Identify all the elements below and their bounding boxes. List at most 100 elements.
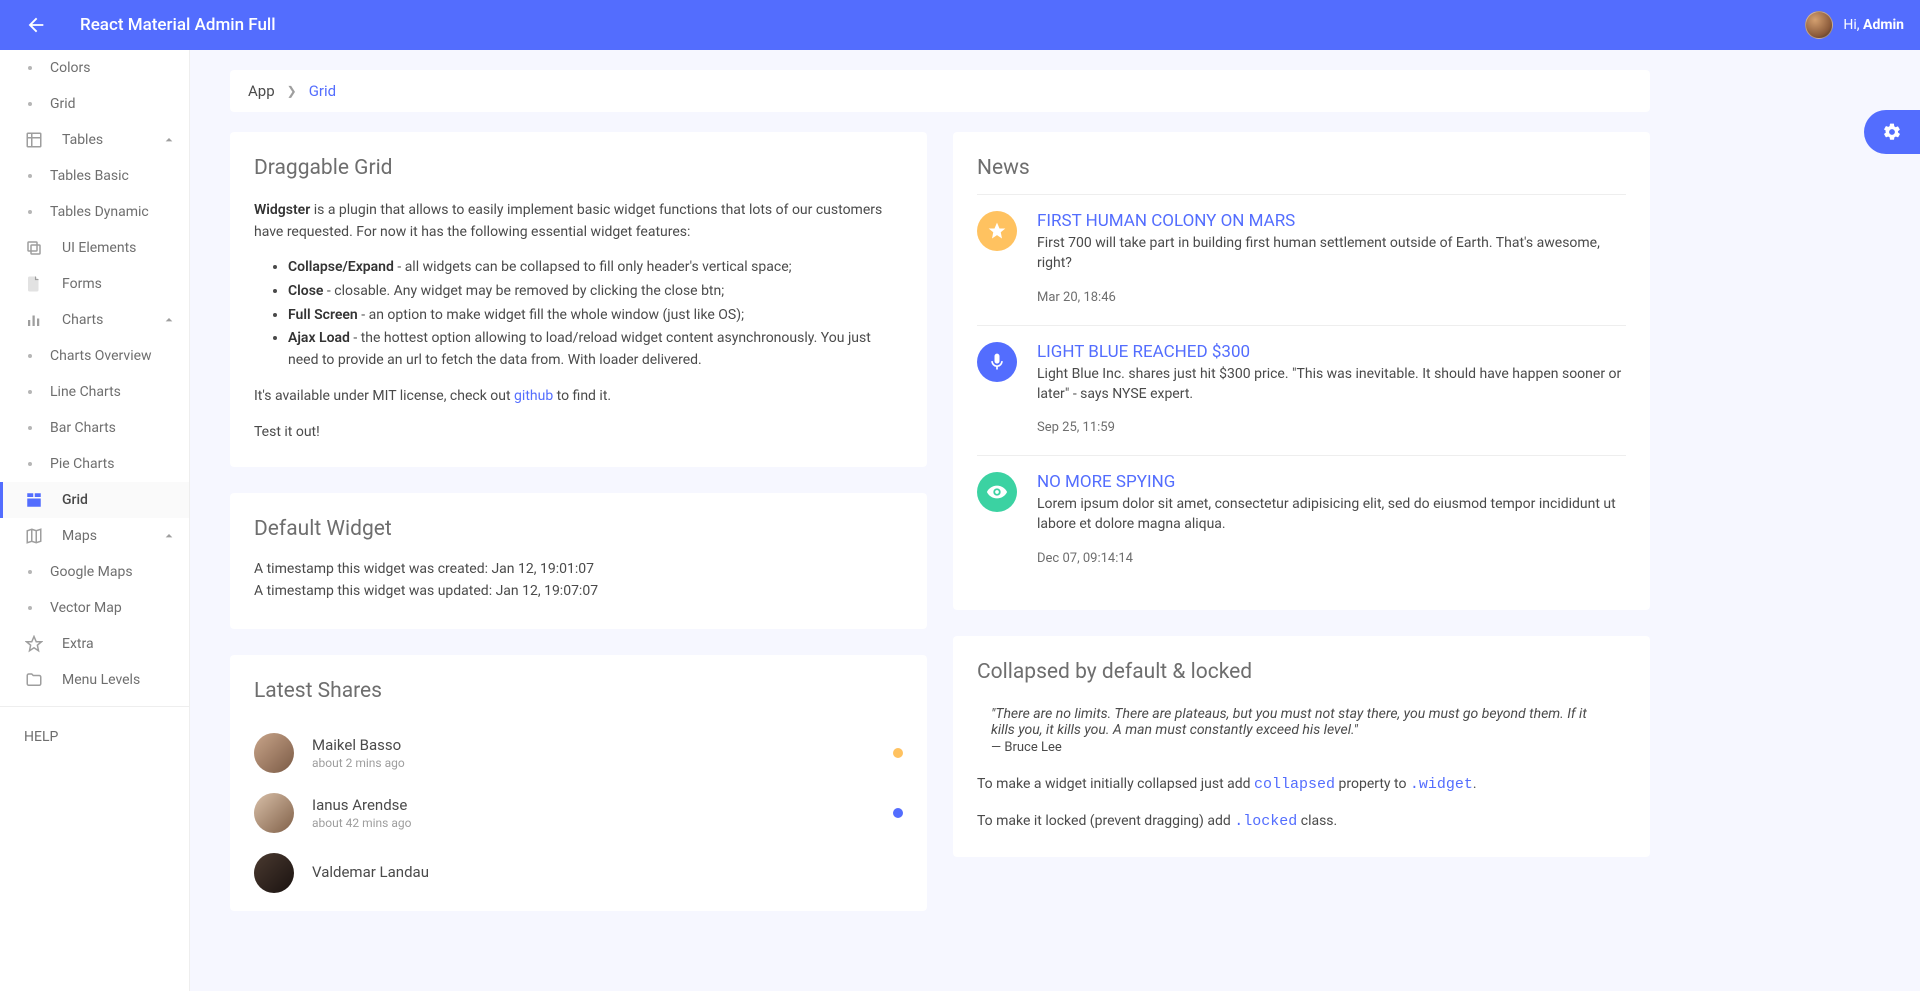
sidebar-item-tables[interactable]: Tables [0, 122, 189, 158]
sidebar-item-tables-basic[interactable]: Tables Basic [0, 158, 189, 194]
sidebar-item-grid[interactable]: Grid [0, 482, 189, 518]
chevron-up-icon [161, 132, 177, 148]
bullet-icon [28, 426, 32, 430]
card-title: Default Widget [254, 517, 903, 541]
sidebar-item-menu-levels[interactable]: Menu Levels [0, 662, 189, 698]
bars-icon [24, 311, 44, 329]
file-icon [24, 275, 44, 293]
star-icon [24, 635, 44, 653]
share-name: Valdemar Landau [312, 863, 903, 881]
news-item: FIRST HUMAN COLONY ON MARSFirst 700 will… [977, 194, 1626, 325]
sidebar: ColorsGridTablesTables BasicTables Dynam… [0, 50, 190, 991]
news-title-link[interactable]: NO MORE SPYING [1037, 472, 1175, 492]
sidebar-item-colors[interactable]: Colors [0, 50, 189, 86]
chevron-right-icon: ❯ [287, 84, 297, 98]
avatar [254, 853, 294, 893]
status-dot [893, 808, 903, 818]
code-locked: .locked [1234, 813, 1297, 830]
share-item[interactable]: Valdemar Landau [254, 843, 903, 903]
user-greeting[interactable]: Hi, Admin [1805, 11, 1904, 39]
sidebar-item-charts-overview[interactable]: Charts Overview [0, 338, 189, 374]
avatar [254, 793, 294, 833]
app-header: React Material Admin Full Hi, Admin [0, 0, 1920, 50]
feature-item: Ajax Load - the hottest option allowing … [288, 328, 903, 371]
news-title-link[interactable]: LIGHT BLUE REACHED $300 [1037, 342, 1250, 362]
feature-item: Collapse/Expand - all widgets can be col… [288, 257, 903, 279]
news-item: LIGHT BLUE REACHED $300Light Blue Inc. s… [977, 325, 1626, 456]
sidebar-item-bar-charts[interactable]: Bar Charts [0, 410, 189, 446]
news-description: Light Blue Inc. shares just hit $300 pri… [1037, 364, 1626, 405]
sidebar-item-extra[interactable]: Extra [0, 626, 189, 662]
quote-block: "There are no limits. There are plateaus… [977, 704, 1626, 759]
chevron-up-icon [161, 312, 177, 328]
grid-icon [24, 491, 44, 509]
table-icon [24, 131, 44, 149]
card-title: Collapsed by default & locked [977, 660, 1626, 684]
breadcrumb-current[interactable]: Grid [309, 82, 336, 100]
bullet-icon [28, 390, 32, 394]
feature-item: Full Screen - an option to make widget f… [288, 305, 903, 327]
bullet-icon [28, 570, 32, 574]
collapsed-locked-card[interactable]: Collapsed by default & locked "There are… [953, 636, 1650, 858]
bullet-icon [28, 606, 32, 610]
sidebar-item-charts[interactable]: Charts [0, 302, 189, 338]
news-description: Lorem ipsum dolor sit amet, consectetur … [1037, 494, 1626, 535]
news-title-link[interactable]: FIRST HUMAN COLONY ON MARS [1037, 211, 1295, 231]
sidebar-help-label: HELP [0, 715, 189, 753]
share-name: Maikel Basso [312, 736, 893, 754]
settings-fab[interactable] [1864, 110, 1920, 154]
sidebar-item-vector-map[interactable]: Vector Map [0, 590, 189, 626]
sidebar-item-maps[interactable]: Maps [0, 518, 189, 554]
share-name: Ianus Arendse [312, 796, 893, 814]
breadcrumb: App ❯ Grid [230, 70, 1650, 112]
back-button[interactable] [16, 5, 56, 45]
share-time: about 2 mins ago [312, 756, 893, 770]
breadcrumb-root[interactable]: App [248, 82, 275, 100]
draggable-grid-card[interactable]: Draggable Grid Widgster is a plugin that… [230, 132, 927, 467]
sidebar-divider [0, 706, 189, 707]
arrow-back-icon [25, 14, 47, 36]
feature-item: Close - closable. Any widget may be remo… [288, 281, 903, 303]
sidebar-item-pie-charts[interactable]: Pie Charts [0, 446, 189, 482]
sidebar-item-grid[interactable]: Grid [0, 86, 189, 122]
sidebar-item-forms[interactable]: Forms [0, 266, 189, 302]
avatar [1805, 11, 1833, 39]
default-widget-card[interactable]: Default Widget A timestamp this widget w… [230, 493, 927, 629]
folder-icon [24, 671, 44, 689]
share-time: about 42 mins ago [312, 816, 893, 830]
news-time: Mar 20, 18:46 [1037, 290, 1626, 305]
news-time: Sep 25, 11:59 [1037, 420, 1626, 435]
layers-icon [24, 239, 44, 257]
github-link[interactable]: github [514, 388, 553, 404]
status-dot [893, 748, 903, 758]
sidebar-item-tables-dynamic[interactable]: Tables Dynamic [0, 194, 189, 230]
news-description: First 700 will take part in building fir… [1037, 233, 1626, 274]
bullet-icon [28, 66, 32, 70]
created-timestamp: A timestamp this widget was created: Jan… [254, 561, 903, 577]
share-item[interactable]: Ianus Arendse about 42 mins ago [254, 783, 903, 843]
bullet-icon [28, 354, 32, 358]
map-icon [24, 527, 44, 545]
sidebar-item-ui-elements[interactable]: UI Elements [0, 230, 189, 266]
bullet-icon [28, 174, 32, 178]
latest-shares-card[interactable]: Latest Shares Maikel Bassoabout 2 mins a… [230, 655, 927, 911]
mic-icon [977, 342, 1017, 382]
bullet-icon [28, 462, 32, 466]
news-card[interactable]: News FIRST HUMAN COLONY ON MARSFirst 700… [953, 132, 1650, 610]
feature-list: Collapse/Expand - all widgets can be col… [254, 257, 903, 371]
sidebar-item-google-maps[interactable]: Google Maps [0, 554, 189, 590]
avatar [254, 733, 294, 773]
news-item: NO MORE SPYINGLorem ipsum dolor sit amet… [977, 455, 1626, 586]
app-title: React Material Admin Full [80, 15, 276, 35]
share-item[interactable]: Maikel Basso about 2 mins ago [254, 723, 903, 783]
code-widget: .widget [1410, 776, 1473, 793]
bullet-icon [28, 102, 32, 106]
bullet-icon [28, 210, 32, 214]
news-time: Dec 07, 09:14:14 [1037, 551, 1626, 566]
code-collapsed: collapsed [1254, 776, 1335, 793]
sidebar-item-line-charts[interactable]: Line Charts [0, 374, 189, 410]
card-title: Draggable Grid [254, 156, 903, 180]
chevron-up-icon [161, 528, 177, 544]
eye-icon [977, 472, 1017, 512]
updated-timestamp: A timestamp this widget was updated: Jan… [254, 583, 903, 599]
